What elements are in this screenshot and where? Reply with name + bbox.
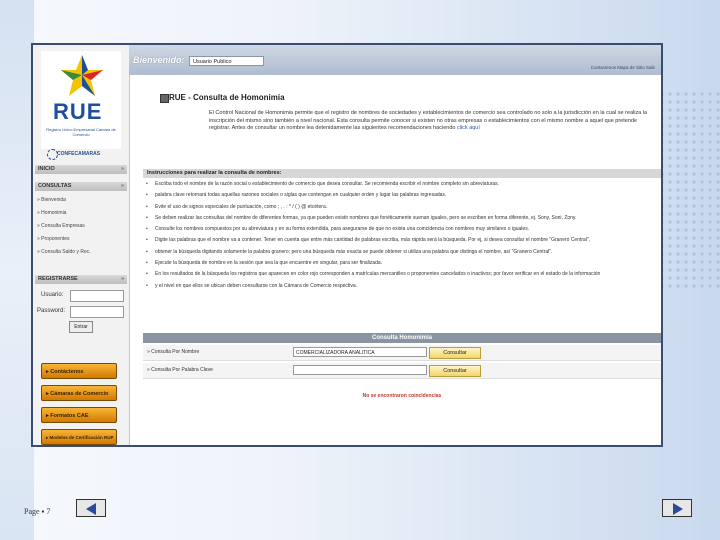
password-input[interactable] [70, 306, 124, 318]
intro-text: El Control Nacional de Homonimia permite… [209, 110, 648, 131]
sidebar-item-label: Consulta Empresas [41, 223, 85, 229]
menu-section-consultas[interactable]: CONSULTAS » [35, 182, 127, 191]
top-links[interactable]: Contactenos Mapa de Sitio Salir [591, 65, 655, 70]
formatos-cae-button[interactable]: ▸ Formatos CAE [41, 407, 117, 423]
sidebar: RUE Registro Único Empresarial Cámara de… [33, 45, 130, 445]
current-user-field: Usuario Publico [189, 56, 264, 66]
sidebar-item-bienvenida[interactable]: » Bienvenida [37, 197, 66, 203]
sidebar-item-consulta-saldo[interactable]: » Consulta Saldo y Rec. [37, 249, 91, 255]
query-label-text: Consulta Por Palabra Clave [151, 367, 213, 373]
main-content: RUE - Consulta de Homonimia El Control N… [133, 75, 661, 445]
sidebar-item-label: Bienvenida [41, 197, 66, 203]
username-label: Usuario: [41, 292, 64, 298]
button-label: Formatos CAE [50, 413, 89, 419]
list-item: Evite el uso de signos especiales de pun… [143, 204, 659, 215]
login-submit-button[interactable]: Entrar [69, 321, 93, 333]
menu-section-registrarse[interactable]: REGISTRARSE » [35, 275, 127, 284]
page-icon [160, 94, 169, 103]
camaras-comercio-button[interactable]: ▸ Cámaras de Comercio [41, 385, 117, 401]
query-label-text: Consulta Por Nombre [151, 349, 200, 355]
screenshot-frame: RUE Registro Único Empresarial Cámara de… [31, 43, 663, 447]
username-input[interactable] [70, 290, 124, 302]
previous-slide-button[interactable] [76, 499, 106, 517]
list-item: Escriba todo el nombre de la razón socia… [143, 181, 659, 192]
query-row-by-keyword: » Consulta Por Palabra Clave Consultar [143, 363, 661, 379]
page-number: Page ▪ 7 [24, 507, 51, 516]
list-item: Ejecute la búsqueda de nombre en la sesi… [143, 260, 659, 271]
page-title: RUE - Consulta de Homonimia [169, 93, 285, 102]
menu-section-label: REGISTRARSE [38, 276, 78, 282]
list-item: En los resultados de la búsqueda los reg… [143, 271, 659, 282]
modelos-certificacion-button[interactable]: ▸ Modelos de Certificación RUP [41, 429, 117, 445]
list-item: y el nivel en que ellos se ubican deben … [143, 283, 659, 294]
welcome-label: Bienvenido: [133, 55, 185, 65]
query-header: Consulta Homonimia [143, 333, 661, 343]
sidebar-item-label: Consulta Saldo y Rec. [41, 249, 91, 255]
list-item: Se deben realizar las consultas del nomb… [143, 215, 659, 226]
menu-section-inicio[interactable]: INICIO » [35, 165, 127, 174]
intro-paragraph: El Control Nacional de Homonimia permite… [209, 110, 659, 133]
logo-subtitle: Registro Único Empresarial Cámara de Com… [46, 127, 116, 137]
no-results-message: No se encontraron coincidencias [362, 393, 442, 399]
instructions-list: Escriba todo el nombre de la razón socia… [143, 181, 659, 294]
sidebar-item-proponentes[interactable]: » Proponentes [37, 236, 70, 242]
list-item: palabra clave retornará todas aquellas r… [143, 192, 659, 203]
name-query-input[interactable]: COMERCIALIZADORA ANALITICA [293, 347, 427, 357]
query-row-by-name: » Consulta Por Nombre COMERCIALIZADORA A… [143, 345, 661, 361]
button-label: Modelos de Certificación RUP [49, 435, 114, 440]
menu-section-label: CONSULTAS [38, 183, 72, 189]
sidebar-item-label: Proponentes [41, 236, 70, 242]
keyword-query-input[interactable] [293, 365, 427, 375]
password-label: Password: [37, 308, 66, 314]
double-chevron-icon: » [120, 183, 124, 189]
recommendations-link[interactable]: click aquí [457, 125, 480, 131]
logo-text: RUE [53, 99, 103, 124]
list-item: obtener la búsqueda digitando solamente … [143, 249, 659, 260]
star-logo-icon [61, 55, 103, 96]
contactenos-button[interactable]: ▸ Contáctenos [41, 363, 117, 379]
double-chevron-icon: » [120, 166, 124, 172]
rue-logo[interactable]: RUE Registro Único Empresarial Cámara de… [41, 51, 121, 149]
sidebar-item-homonimia[interactable]: » Homonimia [37, 210, 66, 216]
keyword-query-button[interactable]: Consultar [429, 365, 481, 377]
sidebar-item-label: Homonimia [41, 210, 67, 216]
query-label: » Consulta Por Palabra Clave [147, 367, 213, 373]
list-item: Consulte los nombres compuestos por su a… [143, 226, 659, 237]
instructions-header: Instrucciones para realizar la consulta … [143, 169, 661, 178]
next-slide-button[interactable] [662, 499, 692, 517]
sidebar-item-consulta-empresas[interactable]: » Consulta Empresas [37, 223, 85, 229]
button-label: Contáctenos [50, 369, 84, 375]
query-label: » Consulta Por Nombre [147, 349, 200, 355]
double-chevron-icon: » [120, 276, 124, 282]
name-query-button[interactable]: Consultar [429, 347, 481, 359]
list-item: Digite las palabras que el nombre va a c… [143, 237, 659, 248]
menu-section-label: INICIO [38, 166, 55, 172]
partner-logo-text: CONFECAMARAS [57, 151, 101, 157]
top-bar: Bienvenido: Usuario Publico Contactenos … [129, 45, 661, 75]
button-label: Cámaras de Comercio [50, 391, 109, 397]
background-left-band [0, 0, 34, 540]
